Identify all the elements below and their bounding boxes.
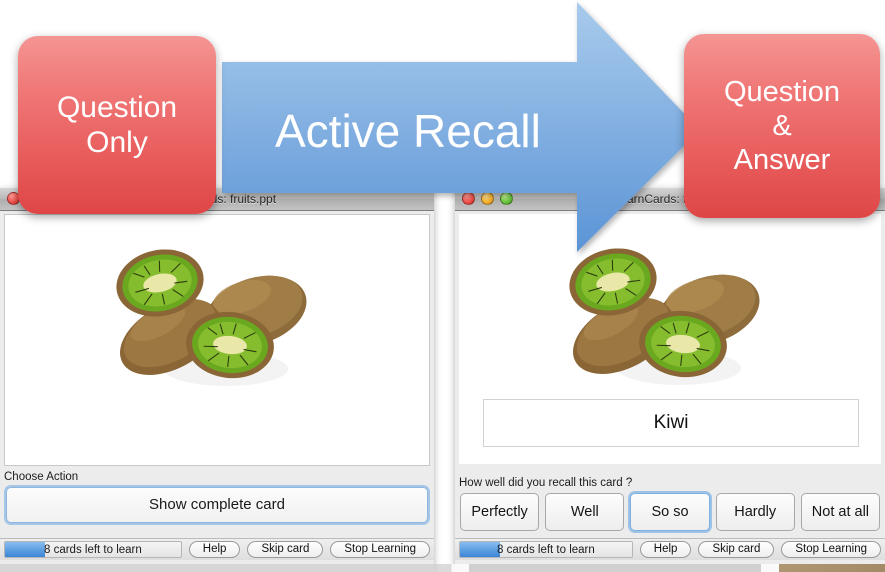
left-progress-bar[interactable]: 8 cards left to learn [4,541,182,558]
right-progress-bar[interactable]: 8 cards left to learn [459,541,633,558]
left-window: iLearnCards: fruits.ppt Choose Action Sh… [0,188,434,572]
right-window: iLearnCards: fruits.ppt Kiwi How well di… [455,188,885,572]
right-rating-panel: How well did you recall this card ? Perf… [455,476,885,534]
recall-question-label: How well did you recall this card ? [459,477,633,489]
stop-learning-button[interactable]: Stop Learning [330,541,430,558]
kiwi-fruit-photo [569,248,760,385]
left-action-panel: Choose Action Show complete card [0,470,434,528]
choose-action-label: Choose Action [4,471,79,483]
stop-learning-button[interactable]: Stop Learning [781,541,881,558]
right-progress-text: 8 cards left to learn [496,543,595,556]
answer-field: Kiwi [483,399,859,447]
left-progress-text: 8 cards left to learn [43,543,142,556]
right-traffic-lights [462,192,513,205]
right-card-image [459,240,881,390]
left-card-image [5,241,429,391]
right-status-bar: 8 cards left to learn Help Skip card Sto… [455,538,885,560]
help-button[interactable]: Help [188,541,241,558]
active-recall-label: Active Recall [275,105,541,157]
question-only-badge: Question Only [18,36,216,214]
right-card-area: Kiwi [459,214,881,464]
question-and-answer-badge: Question & Answer [684,34,880,218]
question-answer-line-3: Answer [733,144,831,177]
minimize-button[interactable] [481,192,494,205]
background-window-strip [0,564,885,572]
rating-button-not-at-all[interactable]: Not at all [800,493,881,531]
left-card-area [4,214,430,466]
left-status-bar: 8 cards left to learn Help Skip card Sto… [0,538,434,560]
rating-button-hardly[interactable]: Hardly [715,493,795,531]
help-button[interactable]: Help [639,541,692,558]
rating-button-well[interactable]: Well [545,493,625,531]
question-answer-line-1: Question [723,75,841,108]
close-button[interactable] [462,192,475,205]
question-only-line-1: Question [56,90,178,124]
rating-buttons-row: Perfectly Well So so Hardly Not at all [455,490,885,531]
question-answer-line-2: & [772,109,792,142]
show-complete-card-button[interactable]: Show complete card [6,487,428,523]
kiwi-fruit-photo [116,249,307,386]
rating-button-so-so[interactable]: So so [630,493,710,531]
zoom-button[interactable] [500,192,513,205]
rating-button-perfectly[interactable]: Perfectly [460,493,540,531]
screenshot-root: iLearnCards: fruits.ppt Choose Action Sh… [0,0,885,572]
skip-card-button[interactable]: Skip card [247,541,324,558]
question-only-line-2: Only [86,126,148,159]
skip-card-button[interactable]: Skip card [698,541,775,558]
